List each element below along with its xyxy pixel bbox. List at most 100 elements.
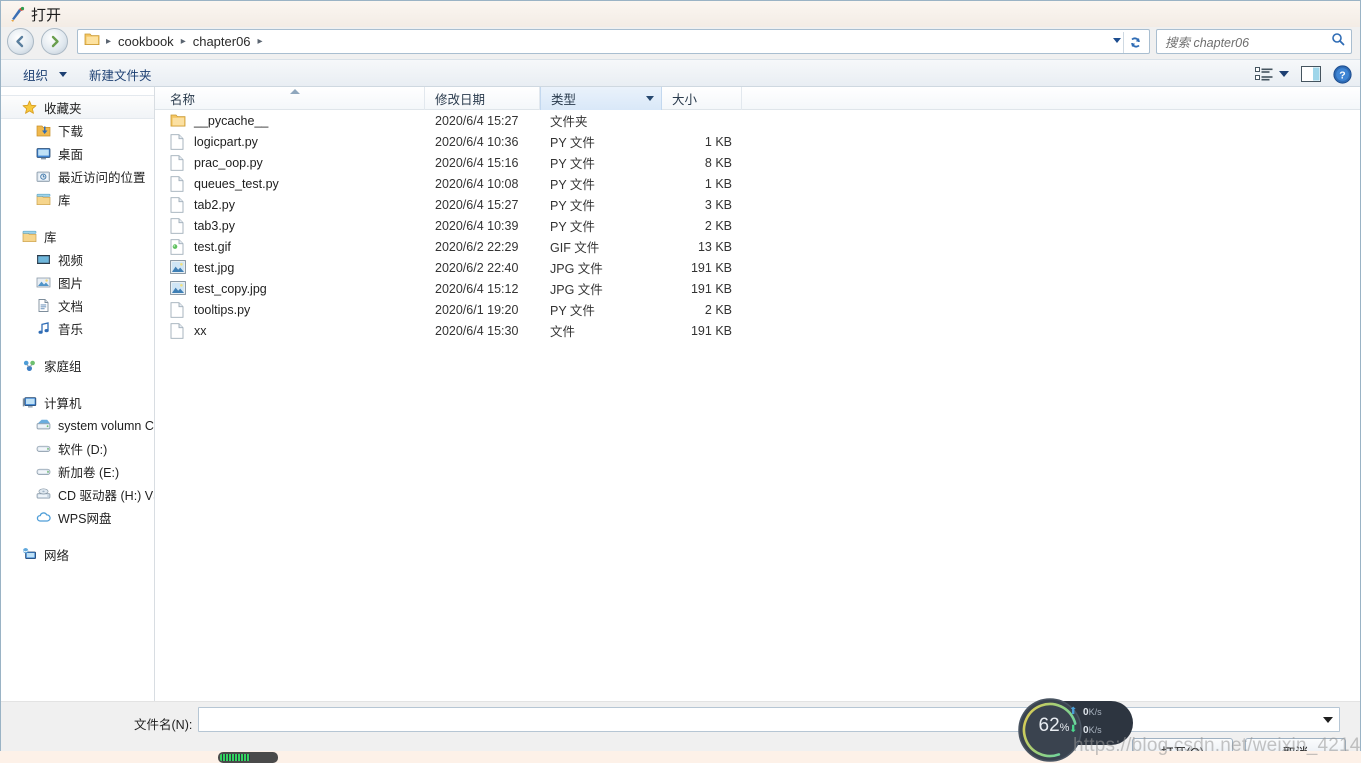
pictures-icon xyxy=(35,274,52,291)
taskbar-gadget-meter xyxy=(220,754,250,761)
breadcrumb[interactable]: ▸ cookbook ▸ chapter06 ▸ xyxy=(77,29,1150,54)
file-type-cell: PY 文件 xyxy=(550,178,595,192)
sidebar-item-library-fav[interactable]: 库 xyxy=(1,188,154,211)
chevron-down-icon[interactable] xyxy=(59,72,67,77)
breadcrumb-separator: ▸ xyxy=(180,36,186,47)
refresh-icon[interactable] xyxy=(1123,32,1147,53)
gif-file-icon xyxy=(170,238,186,255)
sidebar-item-downloads-label: 下载 xyxy=(58,125,84,139)
sidebar-group-network[interactable]: 网络 xyxy=(1,543,154,566)
table-row[interactable]: prac_oop.py 2020/6/4 15:16 PY 文件 8 KB xyxy=(155,152,1360,173)
organize-button[interactable]: 组织 xyxy=(23,65,48,84)
file-date-cell: 2020/6/4 15:30 xyxy=(435,323,519,338)
forward-arrow-icon[interactable] xyxy=(41,28,69,55)
music-icon xyxy=(35,320,52,337)
file-icon xyxy=(170,196,186,213)
file-date-cell: 2020/6/4 15:16 xyxy=(435,155,519,170)
sidebar-group-favorites[interactable]: 收藏夹 xyxy=(1,95,154,119)
table-row[interactable]: tooltips.py 2020/6/1 19:20 PY 文件 2 KB xyxy=(155,299,1360,320)
column-header-date[interactable]: 修改日期 xyxy=(425,86,540,110)
sidebar-group-network-label: 网络 xyxy=(44,549,70,563)
file-size-cell: 2 KB xyxy=(704,302,732,317)
sidebar-item-drive-d[interactable]: 软件 (D:) xyxy=(1,437,154,460)
file-name-cell: tooltips.py xyxy=(155,301,425,318)
table-row[interactable]: queues_test.py 2020/6/4 10:08 PY 文件 1 KB xyxy=(155,173,1360,194)
computer-icon xyxy=(21,394,38,411)
toolbar-right-icons: ? xyxy=(1243,60,1352,88)
sidebar-group-libraries[interactable]: 库 xyxy=(1,225,154,248)
preview-pane-icon[interactable] xyxy=(1301,66,1321,82)
file-name-label: test.gif xyxy=(194,239,231,254)
table-row[interactable]: tab2.py 2020/6/4 15:27 PY 文件 3 KB xyxy=(155,194,1360,215)
sidebar-item-documents-label: 文档 xyxy=(58,300,84,314)
svg-text:?: ? xyxy=(1339,69,1345,81)
search-input[interactable]: 搜索 chapter06 xyxy=(1156,29,1352,54)
filename-label: 文件名(N): xyxy=(134,718,193,732)
file-icon xyxy=(170,217,186,234)
new-folder-button[interactable]: 新建文件夹 xyxy=(89,65,152,84)
sidebar-item-desktop[interactable]: 桌面 xyxy=(1,142,154,165)
sidebar-item-downloads[interactable]: 下载 xyxy=(1,119,154,142)
search-icon[interactable] xyxy=(1331,32,1345,51)
table-row[interactable]: tab3.py 2020/6/4 10:39 PY 文件 2 KB xyxy=(155,215,1360,236)
file-type-cell: PY 文件 xyxy=(550,136,595,150)
file-name-label: prac_oop.py xyxy=(194,155,263,170)
sort-ascending-icon xyxy=(290,88,300,94)
sidebar-item-system-drive[interactable]: system volumn C xyxy=(1,414,154,437)
sidebar-item-videos[interactable]: 视频 xyxy=(1,248,154,271)
dialog-body: 收藏夹 下载 桌面 最近访问的位置 库 库 视频 图片 文档 音乐 家庭组 计算… xyxy=(1,86,1360,701)
sidebar-item-drive-e-label: 新加卷 (E:) xyxy=(58,466,120,480)
file-list[interactable]: __pycache__ 2020/6/4 15:27 文件夹 logicpart.py… xyxy=(155,110,1360,701)
table-row[interactable]: test.gif 2020/6/2 22:29 GIF 文件 13 KB xyxy=(155,236,1360,257)
breadcrumb-separator[interactable]: ▸ xyxy=(254,36,267,47)
sidebar-group-computer-label: 计算机 xyxy=(44,397,82,411)
cd-drive-icon xyxy=(35,486,52,503)
file-name-cell: xx xyxy=(155,322,425,339)
file-size-cell: 3 KB xyxy=(704,197,732,212)
filename-input[interactable] xyxy=(203,709,1317,730)
sidebar-item-documents[interactable]: 文档 xyxy=(1,294,154,317)
address-bar-row: ▸ cookbook ▸ chapter06 ▸ 搜索 chapter06 xyxy=(1,27,1360,59)
file-date-cell: 2020/6/4 15:27 xyxy=(435,197,519,212)
cloud-icon xyxy=(35,509,52,526)
help-icon[interactable]: ? xyxy=(1333,64,1352,84)
chevron-down-icon[interactable] xyxy=(1279,71,1289,77)
sidebar-item-drive-e[interactable]: 新加卷 (E:) xyxy=(1,460,154,483)
filename-field[interactable] xyxy=(198,707,1340,732)
sidebar-item-cd-drive[interactable]: CD 驱动器 (H:) VS xyxy=(1,483,154,506)
file-name-cell: test_copy.jpg xyxy=(155,280,425,297)
upload-speed: 0K/s xyxy=(1083,707,1102,718)
file-name-cell: tab2.py xyxy=(155,196,425,213)
chevron-down-icon[interactable] xyxy=(646,95,654,101)
chevron-down-icon[interactable] xyxy=(1317,708,1339,731)
breadcrumb-separator: ▸ xyxy=(106,36,112,47)
table-row[interactable]: xx 2020/6/4 15:30 文件 191 KB xyxy=(155,320,1360,341)
sidebar-item-recent-places[interactable]: 最近访问的位置 xyxy=(1,165,154,188)
drive-icon xyxy=(35,440,52,457)
image-file-icon xyxy=(170,280,186,297)
column-header-size[interactable]: 大小 xyxy=(662,86,742,110)
sidebar-group-homegroup[interactable]: 家庭组 xyxy=(1,354,154,377)
system-drive-icon xyxy=(35,417,52,434)
table-row[interactable]: test_copy.jpg 2020/6/4 15:12 JPG 文件 191 KB xyxy=(155,278,1360,299)
file-name-cell: __pycache__ xyxy=(155,113,425,129)
library-icon xyxy=(35,191,52,208)
back-arrow-icon[interactable] xyxy=(7,28,34,55)
breadcrumb-item-chapter06[interactable]: chapter06 xyxy=(190,34,254,49)
view-mode-icon[interactable] xyxy=(1255,67,1289,81)
table-row[interactable]: logicpart.py 2020/6/4 10:36 PY 文件 1 KB xyxy=(155,131,1360,152)
sidebar-group-computer[interactable]: 计算机 xyxy=(1,391,154,414)
sidebar-item-pictures[interactable]: 图片 xyxy=(1,271,154,294)
navigation-pane[interactable]: 收藏夹 下载 桌面 最近访问的位置 库 库 视频 图片 文档 音乐 家庭组 计算… xyxy=(1,87,155,701)
table-row[interactable]: __pycache__ 2020/6/4 15:27 文件夹 xyxy=(155,110,1360,131)
table-row[interactable]: test.jpg 2020/6/2 22:40 JPG 文件 191 KB xyxy=(155,257,1360,278)
sidebar-item-music[interactable]: 音乐 xyxy=(1,317,154,340)
breadcrumb-item-cookbook[interactable]: cookbook xyxy=(115,34,177,49)
sidebar-item-wps-cloud[interactable]: WPS网盘 xyxy=(1,506,154,529)
column-header-name[interactable]: 名称 xyxy=(155,86,425,110)
column-header-type[interactable]: 类型 xyxy=(540,86,662,110)
downloads-icon xyxy=(35,122,52,139)
chevron-down-icon[interactable] xyxy=(1113,38,1121,43)
taskbar-gadget[interactable] xyxy=(218,752,278,763)
homegroup-icon xyxy=(21,357,38,374)
